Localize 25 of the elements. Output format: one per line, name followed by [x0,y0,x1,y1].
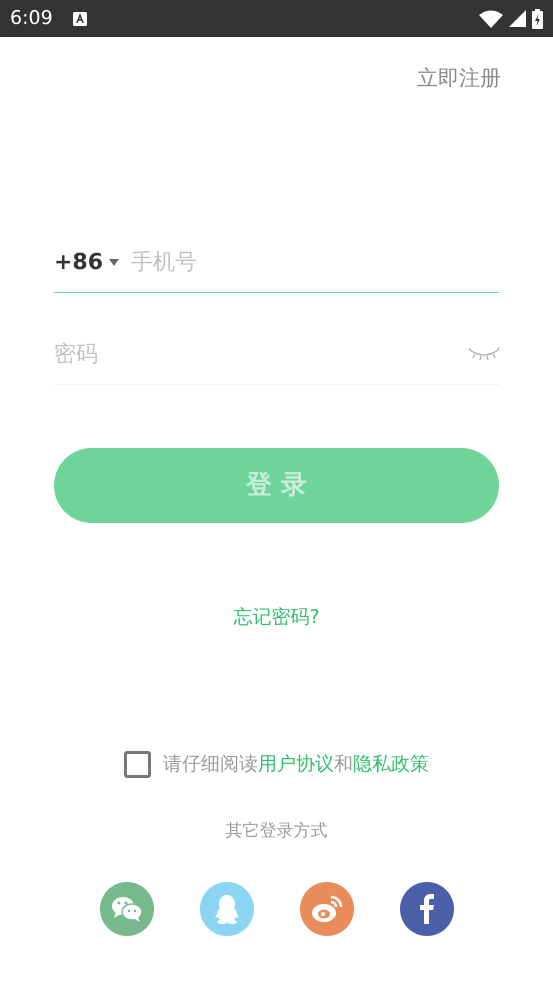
register-link[interactable]: 立即注册 [417,63,501,94]
swirl-logo-icon [310,895,342,923]
signal-icon [509,10,526,27]
phone-input[interactable]: 手机号 [131,246,499,278]
chat-bubbles-icon [110,895,142,923]
social-login-button[interactable] [300,882,354,936]
privacy-policy-link[interactable]: 隐私政策 [353,753,429,775]
password-input[interactable]: 密码 [54,338,469,370]
wifi-icon [479,10,503,28]
caret-icon [109,258,120,266]
country-code-dropdown[interactable]: +86 [54,246,120,278]
agreement-text: 请仔细阅读用户协议和隐私政策 [163,752,429,777]
battery-icon [532,8,543,28]
agreement-checkbox[interactable] [124,750,151,778]
password-field[interactable]: 密码 [54,324,499,384]
other-login-title: 其它登录方式 [226,820,328,842]
phone-field[interactable]: +86 手机号 [54,232,499,292]
eye-closed-icon[interactable] [469,347,499,361]
facebook-f-icon [418,894,434,924]
penguin-icon [214,894,238,924]
notification-icon [72,12,87,26]
social-login-button[interactable] [400,882,454,936]
forgot-password-link[interactable]: 忘记密码? [233,602,320,631]
user-agreement-link[interactable]: 用户协议 [258,753,334,775]
status-time: 6:09 [10,6,53,32]
